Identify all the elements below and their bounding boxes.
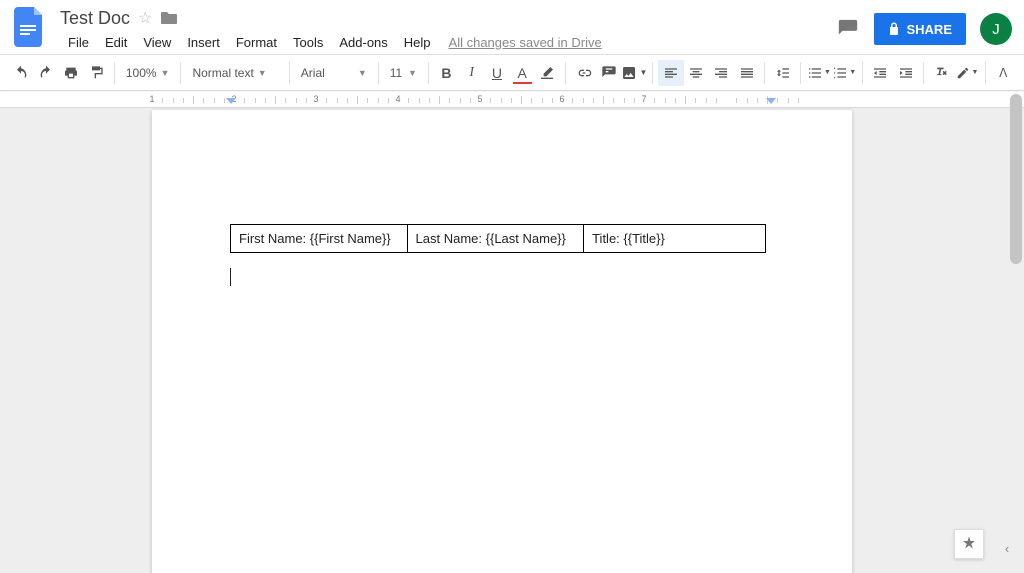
align-justify-icon[interactable] <box>734 60 759 86</box>
lock-icon <box>888 22 900 36</box>
page-content: First Name: {{First Name}} Last Name: {{… <box>230 224 766 253</box>
font-select[interactable]: Arial▼ <box>295 60 373 86</box>
menu-insert[interactable]: Insert <box>179 33 228 52</box>
chevron-left-icon[interactable]: ‹ <box>996 537 1018 559</box>
horizontal-ruler[interactable]: 1234567 <box>0 92 1024 108</box>
explore-button[interactable] <box>954 529 984 559</box>
image-icon[interactable]: ▼ <box>621 60 647 86</box>
header-actions: SHARE J <box>836 7 1012 45</box>
menu-format[interactable]: Format <box>228 33 285 52</box>
table-cell[interactable]: First Name: {{First Name}} <box>231 225 408 253</box>
menu-edit[interactable]: Edit <box>97 33 135 52</box>
docs-logo[interactable] <box>10 7 50 47</box>
style-value: Normal text <box>192 66 253 80</box>
bulleted-list-icon[interactable]: ▼ <box>832 60 857 86</box>
comments-icon[interactable] <box>836 17 860 41</box>
size-value: 11 <box>390 66 402 80</box>
scroll-thumb[interactable] <box>1010 94 1022 264</box>
menu-file[interactable]: File <box>60 33 97 52</box>
share-button[interactable]: SHARE <box>874 13 966 45</box>
document-page[interactable]: First Name: {{First Name}} Last Name: {{… <box>152 110 852 573</box>
clear-format-icon[interactable] <box>929 60 954 86</box>
font-size-select[interactable]: 11▼ <box>384 60 423 86</box>
zoom-select[interactable]: 100%▼ <box>120 60 176 86</box>
folder-icon[interactable] <box>160 10 178 26</box>
increase-indent-icon[interactable] <box>893 60 918 86</box>
link-icon[interactable] <box>571 60 596 86</box>
avatar-letter: J <box>992 21 1000 38</box>
italic-icon[interactable]: I <box>459 60 484 86</box>
text-color-icon[interactable]: A <box>510 60 535 86</box>
formatting-toolbar: 100%▼ Normal text▼ Arial▼ 11▼ B I U A ▼ … <box>0 55 1024 91</box>
star-icon[interactable]: ☆ <box>138 8 152 28</box>
decrease-indent-icon[interactable] <box>868 60 893 86</box>
align-right-icon[interactable] <box>709 60 734 86</box>
zoom-value: 100% <box>126 66 157 80</box>
content-table[interactable]: First Name: {{First Name}} Last Name: {{… <box>230 224 766 253</box>
menu-view[interactable]: View <box>135 33 179 52</box>
undo-icon[interactable] <box>8 60 33 86</box>
user-avatar[interactable]: J <box>980 13 1012 45</box>
collapse-toolbar-icon[interactable]: ᐱ <box>991 60 1016 86</box>
menu-help[interactable]: Help <box>396 33 439 52</box>
font-value: Arial <box>301 66 325 80</box>
table-cell[interactable]: Title: {{Title}} <box>584 225 766 253</box>
align-center-icon[interactable] <box>684 60 709 86</box>
menu-bar: File Edit View Insert Format Tools Add-o… <box>60 31 836 53</box>
app-header: Test Doc ☆ File Edit View Insert Format … <box>0 0 1024 55</box>
numbered-list-icon[interactable]: ▼ <box>806 60 831 86</box>
menu-addons[interactable]: Add-ons <box>331 33 395 52</box>
share-label: SHARE <box>906 22 952 37</box>
document-title[interactable]: Test Doc <box>60 8 130 29</box>
align-left-icon[interactable] <box>658 60 683 86</box>
bold-icon[interactable]: B <box>434 60 459 86</box>
paint-format-icon[interactable] <box>84 60 109 86</box>
print-icon[interactable] <box>58 60 83 86</box>
highlight-icon[interactable] <box>535 60 560 86</box>
workspace: 1234567 First Name: {{First Name}} Last … <box>0 92 1024 573</box>
comment-icon[interactable] <box>596 60 621 86</box>
text-cursor <box>230 268 231 286</box>
line-spacing-icon[interactable] <box>770 60 795 86</box>
save-status[interactable]: All changes saved in Drive <box>449 35 602 50</box>
table-cell[interactable]: Last Name: {{Last Name}} <box>407 225 584 253</box>
vertical-scrollbar[interactable] <box>1010 94 1022 567</box>
editing-mode-icon[interactable]: ▼ <box>954 60 979 86</box>
redo-icon[interactable] <box>33 60 58 86</box>
table-row[interactable]: First Name: {{First Name}} Last Name: {{… <box>231 225 766 253</box>
underline-icon[interactable]: U <box>484 60 509 86</box>
paragraph-style-select[interactable]: Normal text▼ <box>186 60 283 86</box>
menu-tools[interactable]: Tools <box>285 33 331 52</box>
title-area: Test Doc ☆ File Edit View Insert Format … <box>60 7 836 53</box>
